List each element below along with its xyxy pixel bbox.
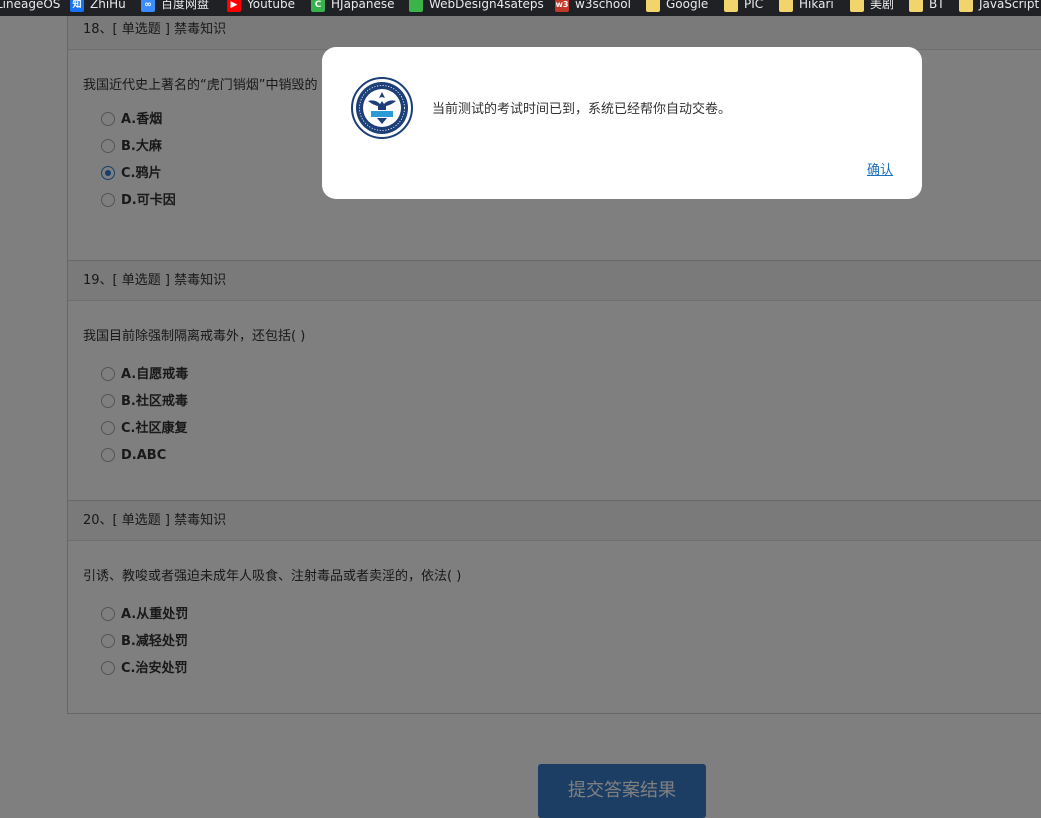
bookmark-label: Youtube xyxy=(247,0,295,11)
webdesign-icon xyxy=(409,0,423,12)
bookmark-folder-google[interactable]: Google xyxy=(646,0,708,12)
timeout-dialog: 当前测试的考试时间已到，系统已经帮你自动交卷。 确认 xyxy=(322,47,922,199)
bookmark-label: PIC xyxy=(744,0,764,11)
folder-icon xyxy=(959,0,973,12)
bookmark-label: w3school xyxy=(575,0,631,11)
folder-icon xyxy=(779,0,793,12)
bookmark-folder-javascript[interactable]: JavaScript xyxy=(959,0,1039,12)
w3school-icon: w3 xyxy=(555,0,569,12)
bookmark-folder-bt[interactable]: BT xyxy=(909,0,945,12)
bookmark-lineageos[interactable]: LineageOS xyxy=(0,0,60,12)
bookmark-folder-hikari[interactable]: Hikari xyxy=(779,0,834,12)
national-narcotics-control-emblem-icon xyxy=(351,77,413,139)
bookmark-folder-meiju[interactable]: 美剧 xyxy=(850,0,894,12)
bookmark-youtube[interactable]: ▶ Youtube xyxy=(227,0,295,12)
bookmark-label: ZhiHu xyxy=(90,0,126,11)
folder-icon xyxy=(850,0,864,12)
confirm-link[interactable]: 确认 xyxy=(867,159,893,178)
baidu-pan-icon: ∞ xyxy=(141,0,155,12)
bookmark-label: LineageOS xyxy=(0,0,61,11)
bookmark-zhihu[interactable]: 知 ZhiHu xyxy=(70,0,126,12)
bookmark-label: WebDesign4sateps xyxy=(429,0,544,11)
hjapanese-icon: C xyxy=(311,0,325,12)
bookmark-label: BT xyxy=(929,0,945,11)
folder-icon xyxy=(909,0,923,12)
bookmark-label: Google xyxy=(666,0,709,11)
bookmark-webdesign4sateps[interactable]: WebDesign4sateps xyxy=(409,0,544,12)
bookmark-baidu-pan[interactable]: ∞ 百度网盘 xyxy=(141,0,209,12)
zhihu-icon: 知 xyxy=(70,0,84,12)
bookmark-label: JavaScript xyxy=(979,0,1040,11)
bookmark-label: Hikari xyxy=(799,0,834,11)
bookmarks-bar: LineageOS 知 ZhiHu ∞ 百度网盘 ▶ Youtube C HJapane… xyxy=(0,0,1041,16)
bookmark-hjapanese[interactable]: C HJapanese xyxy=(311,0,395,12)
bookmark-label: 百度网盘 xyxy=(161,0,210,11)
bookmark-folder-pic[interactable]: PIC xyxy=(724,0,763,12)
bookmark-w3school[interactable]: w3 w3school xyxy=(555,0,631,12)
folder-icon xyxy=(724,0,738,12)
folder-icon xyxy=(646,0,660,12)
dialog-message: 当前测试的考试时间已到，系统已经帮你自动交卷。 xyxy=(432,102,732,117)
youtube-icon: ▶ xyxy=(227,0,241,12)
bookmark-label: HJapanese xyxy=(331,0,395,11)
bookmark-label: 美剧 xyxy=(870,0,895,11)
